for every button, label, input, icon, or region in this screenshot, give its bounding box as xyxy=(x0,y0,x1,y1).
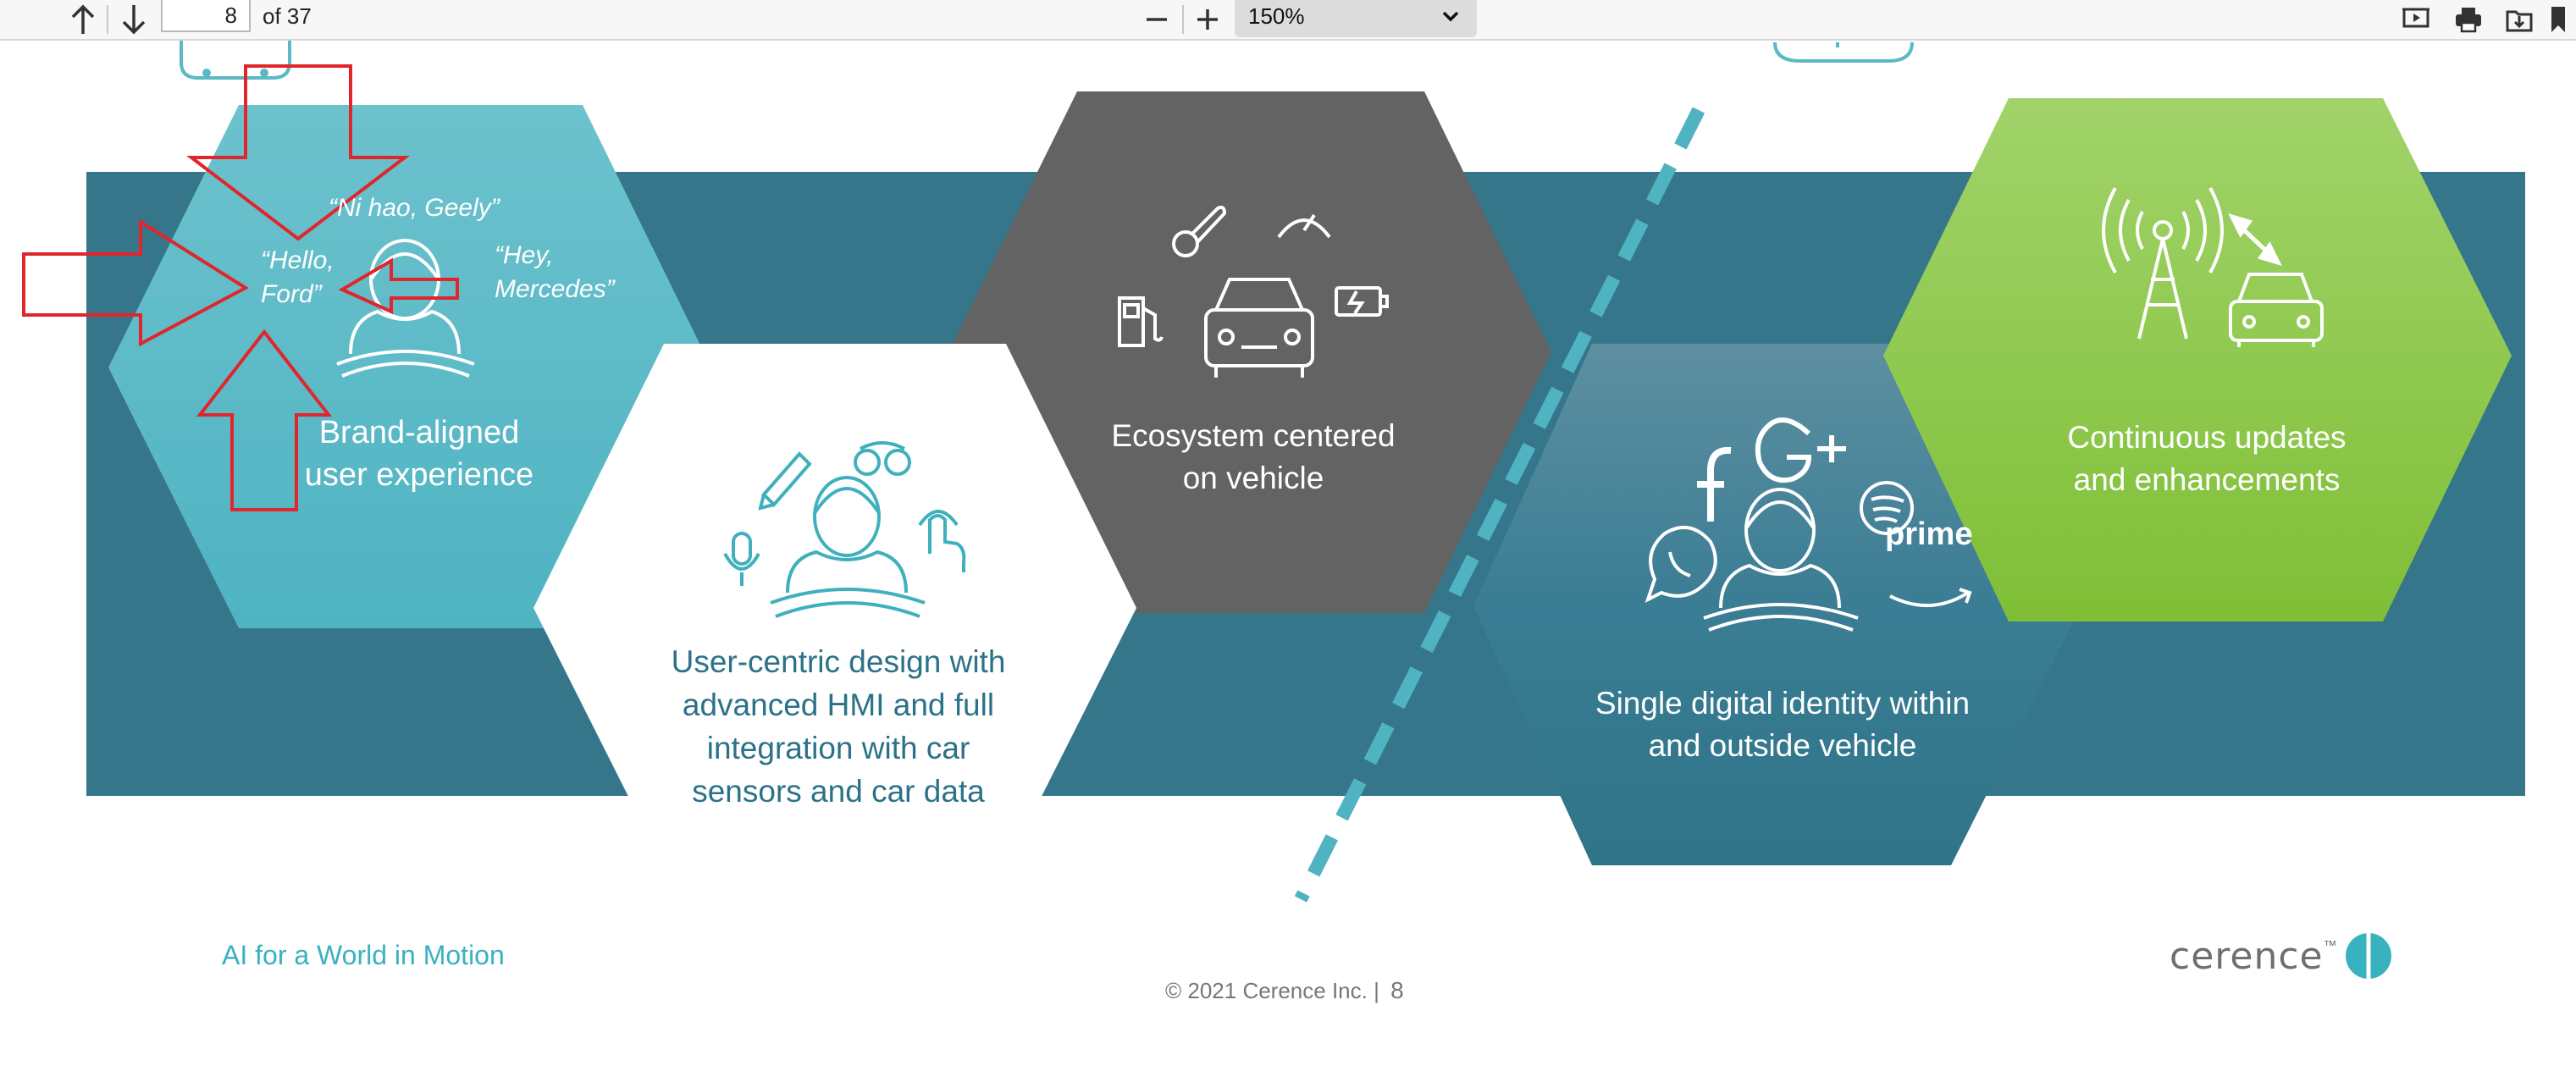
print-icon xyxy=(2456,8,2481,33)
presentation-mode-button[interactable] xyxy=(2396,0,2435,39)
previous-page-button[interactable] xyxy=(66,0,100,39)
hex1-caption-line-1: Brand-aligned xyxy=(318,415,520,450)
hex4-caption-line-2: and outside vehicle xyxy=(1648,728,1917,763)
print-button[interactable] xyxy=(2449,0,2488,39)
footer-tagline: AI for a World in Motion xyxy=(222,940,505,970)
save-button[interactable] xyxy=(2500,0,2539,39)
cutoff-shape xyxy=(1773,41,1914,63)
slide-page-number: 8 xyxy=(1390,977,1404,1003)
hex3-caption: Ecosystem centered on vehicle xyxy=(1067,415,1440,500)
presentation-icon xyxy=(2402,8,2430,28)
quote-ford-line-1: “Hello, xyxy=(261,246,334,274)
cutoff-car-icon xyxy=(180,41,291,80)
hex2-caption-line-1: User-centric design with xyxy=(671,644,1006,679)
zoom-value: 150% xyxy=(1248,3,1305,29)
pdf-toolbar: of 37 150% xyxy=(0,0,2576,41)
zoom-out-button[interactable] xyxy=(1140,0,1174,39)
save-icon xyxy=(2506,10,2533,32)
page-count-label: of 37 xyxy=(263,3,312,29)
page-number-input[interactable] xyxy=(161,0,251,32)
hex5-caption-line-2: and enhancements xyxy=(2073,462,2341,497)
hex1-caption: Brand-aligned user experience xyxy=(254,411,584,496)
footer-copyright: © 2021 Cerence Inc. | 8 xyxy=(1165,977,1404,1004)
prime-label: prime xyxy=(1885,516,1973,552)
zoom-out-icon xyxy=(1147,18,1167,21)
quote-ford-line-2: Ford” xyxy=(261,280,322,308)
toolbar-separator xyxy=(1182,5,1184,34)
hex2-caption-line-2: advanced HMI and full xyxy=(682,688,995,722)
next-page-button[interactable] xyxy=(117,0,151,39)
hex4-caption-line-1: Single digital identity within xyxy=(1595,686,1971,721)
hex2-caption-line-4: sensors and car data xyxy=(692,774,985,809)
hex2-caption-line-3: integration with car xyxy=(706,731,970,765)
quote-mercedes-line-2: Mercedes” xyxy=(495,275,615,303)
quote-ford: “Hello, Ford” xyxy=(261,244,334,312)
bookmark-button[interactable] xyxy=(2546,0,2571,39)
hex1-caption-line-2: user experience xyxy=(304,457,534,493)
quote-mercedes: “Hey, Mercedes” xyxy=(495,239,615,307)
slide-page: “Ni hao, Geely” “Hello, Ford” “Hey, Merc… xyxy=(0,41,2576,1077)
logo-trademark: ™ xyxy=(2323,939,2337,953)
hexagon-continuous-updates xyxy=(1883,98,2512,621)
arrow-up-icon xyxy=(71,4,95,34)
hex2-caption: User-centric design with advanced HMI an… xyxy=(618,640,1059,813)
hex5-caption-line-1: Continuous updates xyxy=(2067,420,2347,455)
toolbar-separator xyxy=(107,5,108,34)
quote-mercedes-line-1: “Hey, xyxy=(495,241,554,269)
hex5-caption: Continuous updates and enhancements xyxy=(1893,417,2520,501)
hex3-caption-line-2: on vehicle xyxy=(1182,461,1324,495)
zoom-in-button[interactable] xyxy=(1191,0,1224,39)
zoom-select[interactable]: 150% xyxy=(1235,0,1477,37)
arrow-down-icon xyxy=(122,5,146,35)
cerence-logo-icon xyxy=(2345,933,2391,979)
quote-geely: “Ni hao, Geely” xyxy=(329,194,500,222)
hex3-caption-line-1: Ecosystem centered xyxy=(1111,418,1396,453)
cerence-logo: cerence ™ xyxy=(2170,931,2393,980)
copyright-text: © 2021 Cerence Inc. | xyxy=(1165,978,1379,1003)
logo-wordmark: cerence xyxy=(2170,934,2324,978)
bookmark-icon xyxy=(2551,7,2565,32)
zoom-in-icon xyxy=(1197,9,1218,30)
chevron-down-icon xyxy=(1442,11,1459,22)
hex4-caption: Single digital identity within and outsi… xyxy=(1524,682,2041,767)
